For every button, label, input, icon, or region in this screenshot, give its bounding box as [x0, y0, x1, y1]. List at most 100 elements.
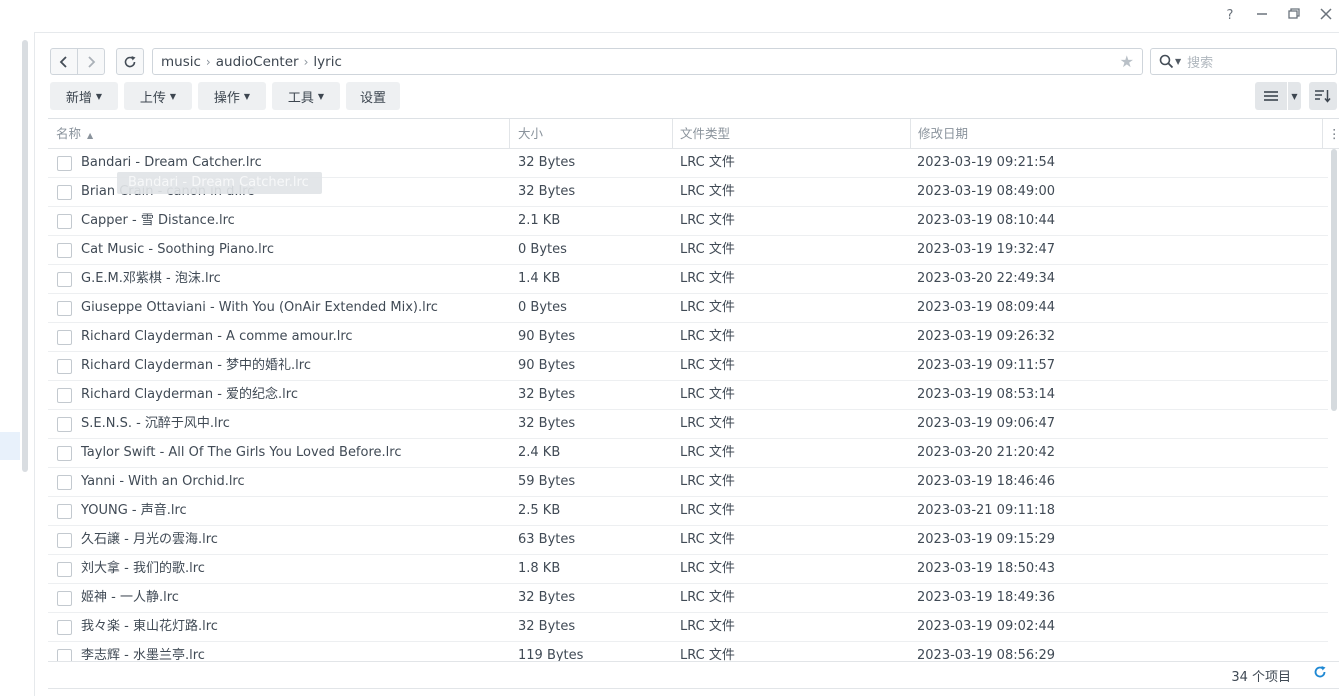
column-resizer[interactable]: [509, 119, 510, 148]
file-name[interactable]: Taylor Swift - All Of The Girls You Love…: [81, 439, 401, 467]
file-name[interactable]: Richard Clayderman - 爱的纪念.lrc: [81, 381, 298, 409]
table-row[interactable]: Cat Music - Soothing Piano.lrc 0 Bytes LRC…: [48, 236, 1328, 265]
column-header-type[interactable]: 文件类型: [680, 119, 730, 148]
row-checkbox[interactable]: [57, 533, 72, 548]
row-checkbox[interactable]: [57, 388, 72, 403]
list-scrollbar[interactable]: [1331, 149, 1337, 411]
search-input[interactable]: 搜索: [1187, 52, 1213, 71]
table-row[interactable]: Richard Clayderman - A comme amour.lrc 90…: [48, 323, 1328, 352]
file-size: 32 Bytes: [518, 619, 576, 634]
file-type: LRC 文件: [680, 532, 735, 547]
column-header-modified[interactable]: 修改日期: [918, 119, 968, 148]
close-icon[interactable]: [1314, 4, 1338, 24]
row-checkbox[interactable]: [57, 272, 72, 287]
row-checkbox[interactable]: [57, 620, 72, 635]
row-checkbox[interactable]: [57, 504, 72, 519]
table-row[interactable]: Taylor Swift - All Of The Girls You Love…: [48, 439, 1328, 468]
file-name[interactable]: Yanni - With an Orchid.lrc: [81, 468, 245, 496]
path-bar[interactable]: music › audioCenter › lyric ★: [152, 48, 1143, 75]
file-name[interactable]: Giuseppe Ottaviani - With You (OnAir Ext…: [81, 294, 438, 322]
forward-button[interactable]: [77, 48, 105, 75]
table-row[interactable]: G.E.M.邓紫棋 - 泡沫.lrc 1.4 KB LRC 文件 2023-03-20…: [48, 265, 1328, 294]
star-icon[interactable]: ★: [1120, 52, 1134, 71]
refresh-button[interactable]: [116, 48, 144, 75]
column-resizer[interactable]: [1322, 119, 1323, 148]
back-button[interactable]: [50, 48, 78, 75]
table-row[interactable]: 刘大拿 - 我们的歌.lrc 1.8 KB LRC 文件 2023-03-19 18:…: [48, 555, 1328, 584]
caret-down-icon[interactable]: ▼: [1175, 57, 1181, 66]
file-name[interactable]: 刘大拿 - 我们的歌.lrc: [81, 555, 205, 583]
sort-button[interactable]: [1309, 82, 1337, 110]
row-checkbox[interactable]: [57, 185, 72, 200]
table-row[interactable]: 我々楽 - 東山花灯路.lrc 32 Bytes LRC 文件 2023-03-19 …: [48, 613, 1328, 642]
view-options-dropdown[interactable]: ▼: [1288, 82, 1301, 110]
item-count: 34 个项目: [1231, 670, 1291, 685]
column-header-size[interactable]: 大小: [518, 119, 543, 148]
row-checkbox[interactable]: [57, 214, 72, 229]
row-checkbox[interactable]: [57, 243, 72, 258]
column-header-name[interactable]: 名称 ▲: [56, 119, 93, 148]
help-icon[interactable]: ?: [1218, 4, 1242, 24]
path-segment[interactable]: audioCenter: [216, 54, 299, 70]
row-checkbox[interactable]: [57, 156, 72, 171]
new-button[interactable]: 新增 ▼: [50, 82, 118, 110]
upload-button[interactable]: 上传 ▼: [124, 82, 192, 110]
row-checkbox[interactable]: [57, 301, 72, 316]
table-row[interactable]: 李志辉 - 水墨兰亭.lrc 119 Bytes LRC 文件 2023-03-19 …: [48, 642, 1328, 661]
row-checkbox[interactable]: [57, 446, 72, 461]
column-options-icon[interactable]: ⋮: [1328, 119, 1339, 148]
minimize-icon[interactable]: [1250, 4, 1274, 24]
restore-icon[interactable]: [1282, 4, 1306, 24]
file-name[interactable]: 李志辉 - 水墨兰亭.lrc: [81, 642, 205, 661]
row-checkbox[interactable]: [57, 417, 72, 432]
table-row[interactable]: 姬神 - 一人静.lrc 32 Bytes LRC 文件 2023-03-19 18:…: [48, 584, 1328, 613]
file-name[interactable]: Capper - 雪 Distance.lrc: [81, 207, 235, 235]
path-segment[interactable]: music: [161, 54, 201, 70]
chevron-right-icon: ›: [205, 54, 211, 69]
row-checkbox[interactable]: [57, 649, 72, 661]
search-icon: [1159, 54, 1174, 69]
file-name[interactable]: YOUNG - 声音.lrc: [81, 497, 187, 525]
table-row[interactable]: Giuseppe Ottaviani - With You (OnAir Ext…: [48, 294, 1328, 323]
sidebar-scrollbar[interactable]: [22, 40, 28, 472]
file-type: LRC 文件: [680, 155, 735, 170]
column-resizer[interactable]: [910, 119, 911, 148]
row-checkbox[interactable]: [57, 475, 72, 490]
table-row[interactable]: Yanni - With an Orchid.lrc 59 Bytes LRC 文件…: [48, 468, 1328, 497]
file-modified: 2023-03-19 09:15:29: [917, 532, 1056, 547]
table-row[interactable]: S.E.N.S. - 沉醉于风中.lrc 32 Bytes LRC 文件 2023-0…: [48, 410, 1328, 439]
file-type: LRC 文件: [680, 445, 735, 460]
file-name[interactable]: Richard Clayderman - A comme amour.lrc: [81, 323, 353, 351]
file-modified: 2023-03-19 09:06:47: [917, 416, 1056, 431]
table-row[interactable]: Capper - 雪 Distance.lrc 2.1 KB LRC 文件 2023-…: [48, 207, 1328, 236]
file-name[interactable]: 姬神 - 一人静.lrc: [81, 584, 179, 612]
file-type: LRC 文件: [680, 271, 735, 286]
action-button[interactable]: 操作 ▼: [198, 82, 266, 110]
settings-button[interactable]: 设置: [346, 82, 400, 110]
sidebar-selected-item[interactable]: [0, 432, 20, 460]
table-row[interactable]: Richard Clayderman - 梦中的婚礼.lrc 90 Bytes LR…: [48, 352, 1328, 381]
table-row[interactable]: 久石譲 - 月光の雲海.lrc 63 Bytes LRC 文件 2023-03-19 …: [48, 526, 1328, 555]
file-name[interactable]: Cat Music - Soothing Piano.lrc: [81, 236, 274, 264]
column-resizer[interactable]: [672, 119, 673, 148]
file-name[interactable]: Richard Clayderman - 梦中的婚礼.lrc: [81, 352, 311, 380]
tools-button[interactable]: 工具 ▼: [272, 82, 340, 110]
table-row[interactable]: YOUNG - 声音.lrc 2.5 KB LRC 文件 2023-03-21 09:…: [48, 497, 1328, 526]
file-name[interactable]: S.E.N.S. - 沉醉于风中.lrc: [81, 410, 230, 438]
table-row[interactable]: Richard Clayderman - 爱的纪念.lrc 32 Bytes LRC…: [48, 381, 1328, 410]
file-name[interactable]: 我々楽 - 東山花灯路.lrc: [81, 613, 218, 641]
row-checkbox[interactable]: [57, 359, 72, 374]
file-modified: 2023-03-19 09:02:44: [917, 619, 1056, 634]
file-name[interactable]: 久石譲 - 月光の雲海.lrc: [81, 526, 218, 554]
file-name[interactable]: G.E.M.邓紫棋 - 泡沫.lrc: [81, 265, 221, 293]
search-box[interactable]: ▼ 搜索: [1150, 48, 1337, 75]
refresh-icon[interactable]: [1313, 665, 1327, 683]
row-checkbox[interactable]: [57, 330, 72, 345]
row-checkbox[interactable]: [57, 562, 72, 577]
row-checkbox[interactable]: [57, 591, 72, 606]
file-size: 32 Bytes: [518, 416, 576, 431]
list-view-button[interactable]: [1255, 82, 1287, 110]
file-type: LRC 文件: [680, 474, 735, 489]
path-segment[interactable]: lyric: [313, 54, 341, 70]
upload-button-label: 上传: [139, 90, 166, 106]
